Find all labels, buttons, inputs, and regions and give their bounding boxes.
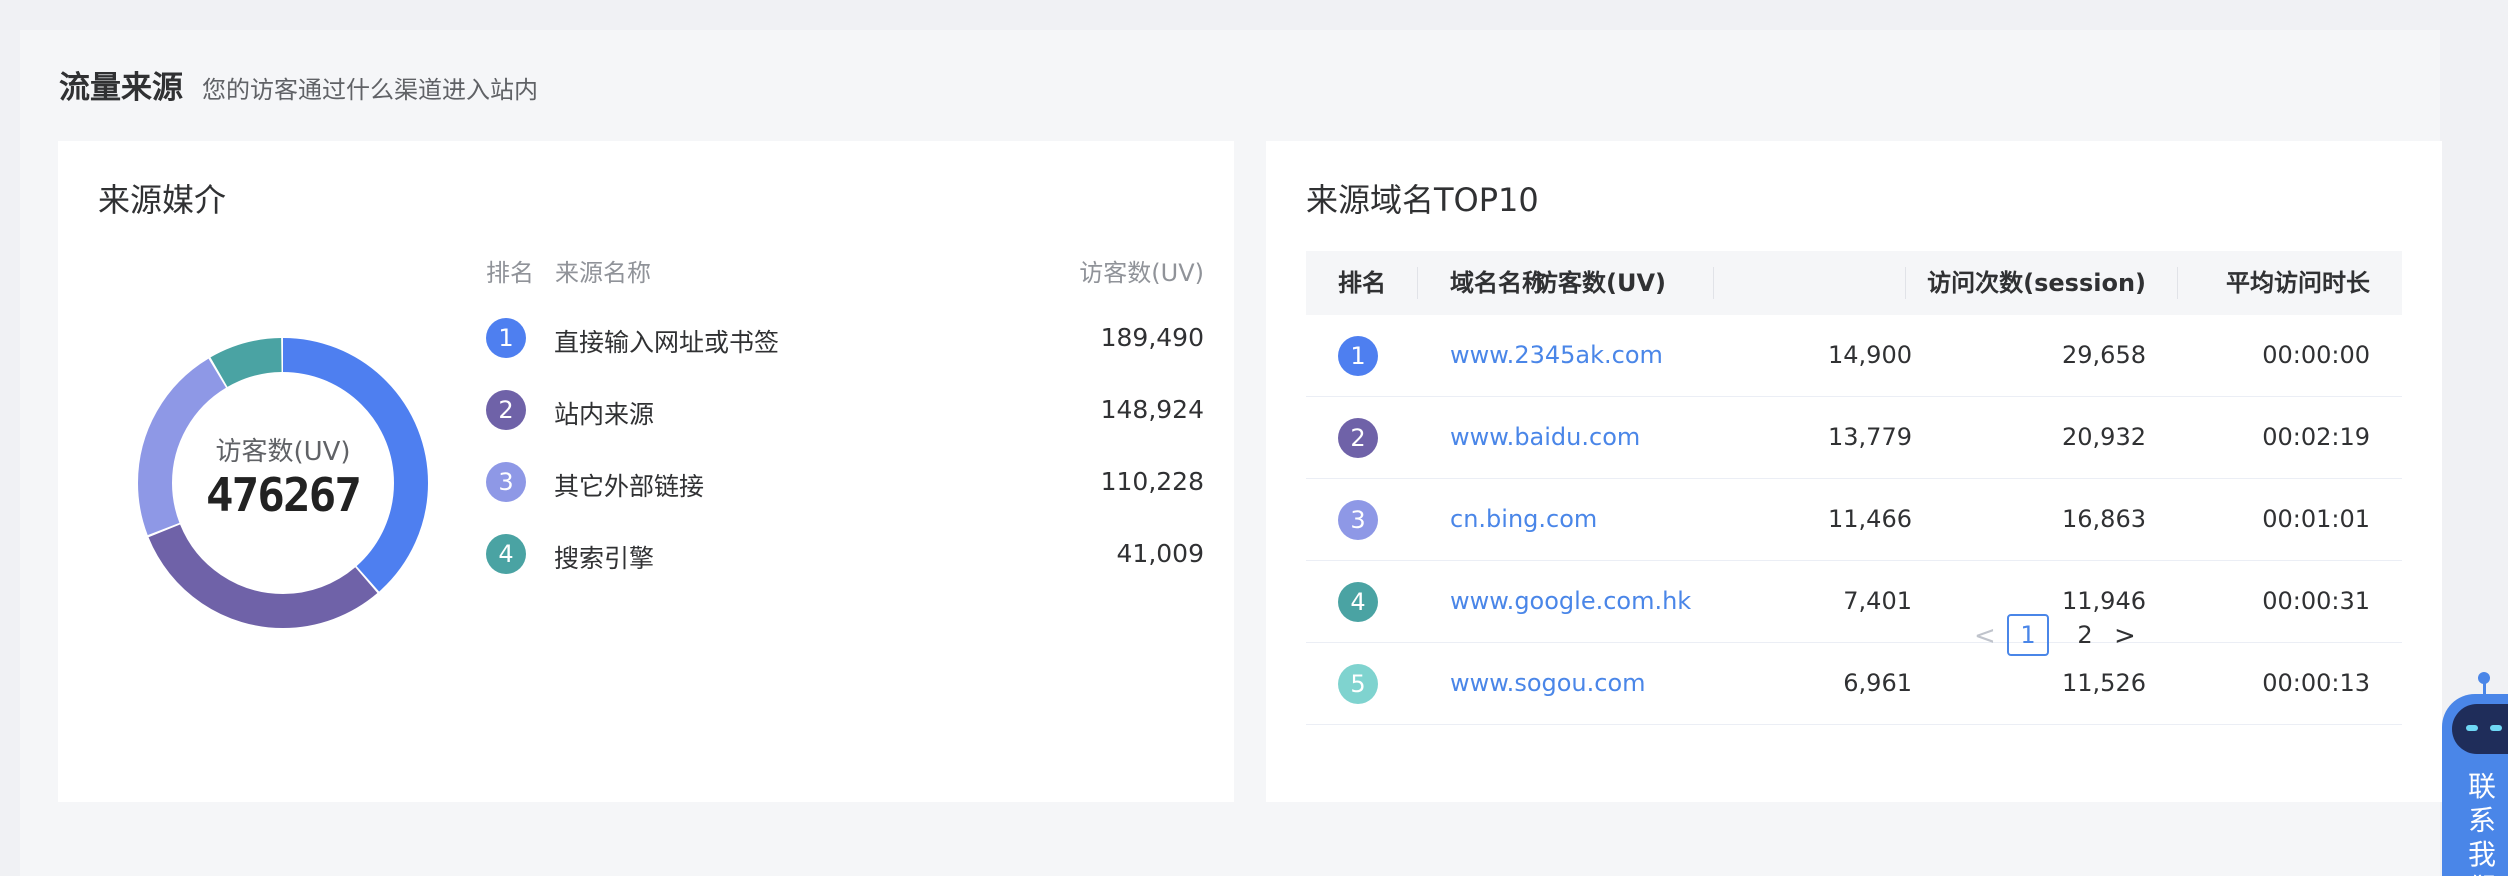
th-avg: 平均访问时长 bbox=[2226, 269, 2370, 297]
robot-antenna-ball bbox=[2478, 672, 2490, 684]
media-name: 其它外部链接 bbox=[554, 472, 705, 501]
th-uv: 访客数(UV) bbox=[1534, 269, 1666, 297]
media-name: 搜索引擎 bbox=[554, 544, 655, 573]
robot-eye bbox=[2490, 725, 2502, 731]
media-header-name: 来源名称 bbox=[555, 259, 651, 287]
source-media-title: 来源媒介 bbox=[98, 181, 227, 219]
media-name: 站内来源 bbox=[554, 400, 655, 429]
pagination-prev-chevron-left-icon[interactable]: < bbox=[1974, 621, 1996, 651]
media-row: 1 直接输入网址或书签 189,490 bbox=[486, 313, 1204, 363]
domain-session: 11,946 bbox=[2062, 587, 2146, 615]
domain-uv: 13,779 bbox=[1828, 423, 1912, 451]
domain-uv: 6,961 bbox=[1843, 669, 1912, 697]
domain-top10-title: 来源域名TOP10 bbox=[1306, 181, 1539, 219]
domain-avg-duration: 00:00:31 bbox=[2262, 587, 2370, 615]
rank-badge: 4 bbox=[1338, 582, 1378, 622]
table-row: 4 www.google.com.hk 7,401 11,946 00:00:3… bbox=[1306, 561, 2402, 643]
domain-avg-duration: 00:01:01 bbox=[2262, 505, 2370, 533]
domain-session: 20,932 bbox=[2062, 423, 2146, 451]
domain-session: 11,526 bbox=[2062, 669, 2146, 697]
column-divider bbox=[1905, 267, 1906, 299]
page-subtitle: 您的访客通过什么渠道进入站内 bbox=[202, 76, 538, 104]
column-divider bbox=[1417, 267, 1418, 299]
column-divider bbox=[1713, 267, 1714, 299]
th-rank: 排名 bbox=[1338, 269, 1386, 297]
domain-uv: 14,900 bbox=[1828, 341, 1912, 369]
th-domain: 域名名称 bbox=[1450, 269, 1546, 297]
domain-avg-duration: 00:02:19 bbox=[2262, 423, 2370, 451]
media-row: 4 搜索引擎 41,009 bbox=[486, 529, 1204, 579]
domain-session: 29,658 bbox=[2062, 341, 2146, 369]
domain-link[interactable]: www.2345ak.com bbox=[1450, 341, 1663, 369]
domain-avg-duration: 00:00:00 bbox=[2262, 341, 2370, 369]
domain-link[interactable]: www.google.com.hk bbox=[1450, 587, 1691, 615]
media-uv: 41,009 bbox=[1116, 539, 1204, 568]
media-row: 2 站内来源 148,924 bbox=[486, 385, 1204, 435]
media-name: 直接输入网址或书签 bbox=[554, 328, 780, 357]
domain-link[interactable]: www.sogou.com bbox=[1450, 669, 1646, 697]
contact-us-label[interactable]: 联系我们 bbox=[2468, 770, 2504, 876]
rank-badge: 3 bbox=[1338, 500, 1378, 540]
rank-badge: 2 bbox=[486, 390, 526, 430]
donut-total-value: 476267 bbox=[205, 468, 362, 522]
donut-total-label: 访客数(UV) bbox=[215, 437, 351, 467]
rank-badge: 4 bbox=[486, 534, 526, 574]
pagination-page-2[interactable]: 2 bbox=[2070, 614, 2100, 656]
domain-uv: 7,401 bbox=[1843, 587, 1912, 615]
domain-session: 16,863 bbox=[2062, 505, 2146, 533]
domain-uv: 11,466 bbox=[1828, 505, 1912, 533]
robot-antenna bbox=[2483, 682, 2486, 696]
rank-badge: 1 bbox=[486, 318, 526, 358]
media-header-rank: 排名 bbox=[486, 259, 534, 287]
page-title: 流量来源 bbox=[59, 70, 183, 106]
table-row: 1 www.2345ak.com 14,900 29,658 00:00:00 bbox=[1306, 315, 2402, 397]
media-uv: 189,490 bbox=[1100, 323, 1204, 352]
rank-badge: 2 bbox=[1338, 418, 1378, 458]
table-row: 3 cn.bing.com 11,466 16,863 00:01:01 bbox=[1306, 479, 2402, 561]
domain-avg-duration: 00:00:13 bbox=[2262, 669, 2370, 697]
rank-badge: 1 bbox=[1338, 336, 1378, 376]
media-row: 3 其它外部链接 110,228 bbox=[486, 457, 1204, 507]
pagination-page-1[interactable]: 1 bbox=[2007, 614, 2049, 656]
rank-badge: 5 bbox=[1338, 664, 1378, 704]
robot-eye bbox=[2466, 725, 2478, 731]
domain-link[interactable]: www.baidu.com bbox=[1450, 423, 1640, 451]
domain-link[interactable]: cn.bing.com bbox=[1450, 505, 1597, 533]
donut-chart: 访客数(UV) 476267 bbox=[133, 333, 433, 633]
source-media-card: 来源媒介 访客数(UV) 476267 排名 来源名称 访客数(UV) 1 直接… bbox=[58, 141, 1234, 802]
media-header-uv: 访客数(UV) bbox=[1079, 259, 1204, 287]
column-divider bbox=[2177, 267, 2178, 299]
pagination-next-chevron-right-icon[interactable]: > bbox=[2114, 621, 2136, 651]
table-row: 2 www.baidu.com 13,779 20,932 00:02:19 bbox=[1306, 397, 2402, 479]
domain-table-header: 排名 域名名称 访客数(UV) 访问次数(session) 平均访问时长 bbox=[1306, 251, 2402, 315]
domain-top10-card: 来源域名TOP10 排名 域名名称 访客数(UV) 访问次数(session) … bbox=[1266, 141, 2442, 802]
media-uv: 110,228 bbox=[1100, 467, 1204, 496]
media-uv: 148,924 bbox=[1100, 395, 1204, 424]
rank-badge: 3 bbox=[486, 462, 526, 502]
th-session: 访问次数(session) bbox=[1927, 269, 2146, 297]
table-row: 5 www.sogou.com 6,961 11,526 00:00:13 bbox=[1306, 643, 2402, 725]
